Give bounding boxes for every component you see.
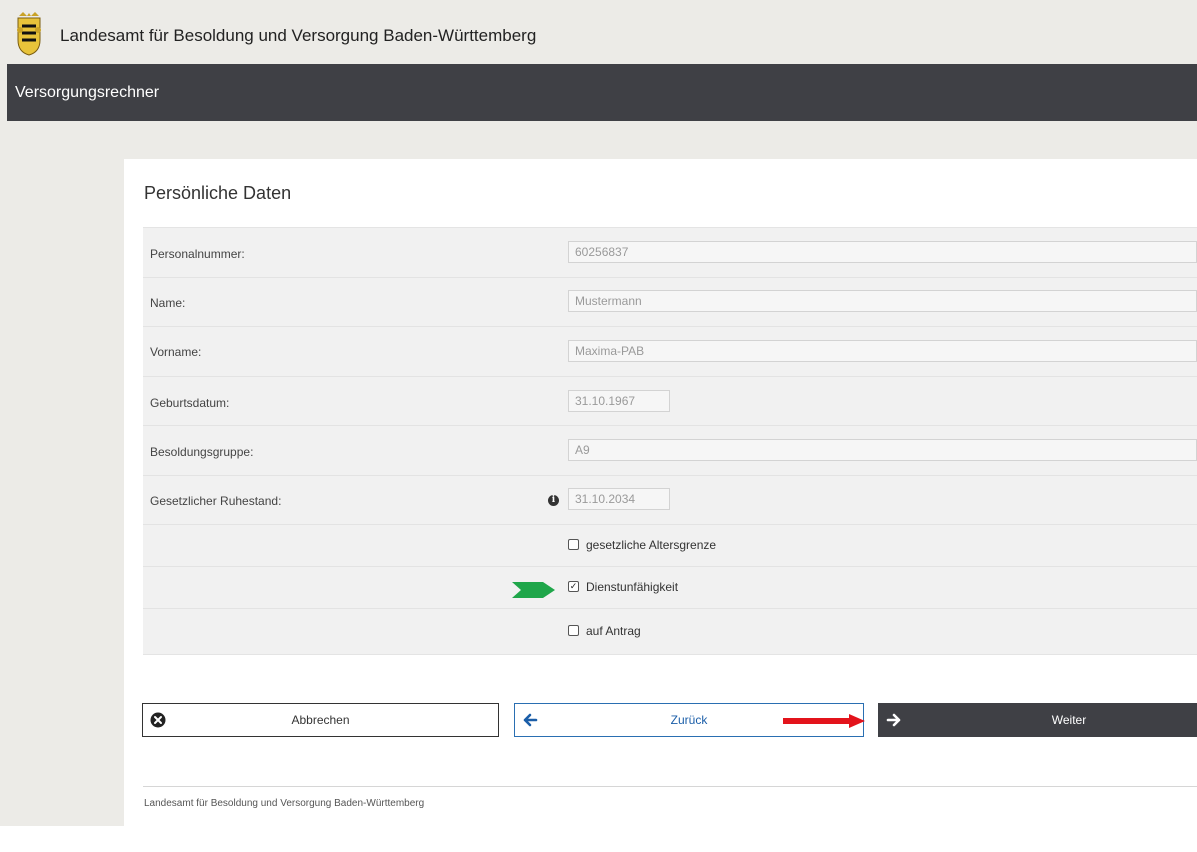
- row-geburtsdatum: Geburtsdatum:: [143, 376, 1197, 426]
- cancel-button[interactable]: Abbrechen: [142, 703, 499, 737]
- besoldungsgruppe-field[interactable]: [568, 439, 1197, 461]
- name-field[interactable]: [568, 290, 1197, 312]
- besoldungsgruppe-label: Besoldungsgruppe:: [150, 445, 254, 459]
- vorname-label: Vorname:: [150, 345, 202, 359]
- name-label: Name:: [150, 296, 186, 310]
- cancel-label: Abbrechen: [291, 713, 350, 727]
- footer-divider: [143, 786, 1197, 787]
- section-title: Persönliche Daten: [144, 183, 292, 203]
- row-vorname: Vorname:: [143, 326, 1197, 377]
- site-header: Landesamt für Besoldung und Versorgung B…: [0, 6, 1197, 64]
- altersgrenze-checkbox[interactable]: [568, 539, 579, 550]
- row-option-antrag: auf Antrag: [143, 608, 1197, 654]
- app-bar: Versorgungsrechner: [7, 64, 1197, 121]
- dienstunfaehigkeit-label[interactable]: Dienstunfähigkeit: [586, 580, 678, 594]
- personalnummer-field[interactable]: [568, 241, 1197, 263]
- personal-data-form: Personalnummer: Name: Vorname: Geburtsda…: [143, 227, 1197, 655]
- antrag-label[interactable]: auf Antrag: [586, 624, 641, 638]
- row-name: Name:: [143, 277, 1197, 327]
- dienstunfaehigkeit-checkbox[interactable]: ✓: [568, 581, 579, 592]
- personalnummer-label: Personalnummer:: [150, 247, 245, 261]
- row-ruhestand: Gesetzlicher Ruhestand: i: [143, 475, 1197, 525]
- row-personalnummer: Personalnummer:: [143, 228, 1197, 278]
- row-option-dienstunfaehigkeit: ✓ Dienstunfähigkeit: [143, 566, 1197, 609]
- org-title: Landesamt für Besoldung und Versorgung B…: [60, 26, 537, 45]
- antrag-checkbox[interactable]: [568, 625, 579, 636]
- app-title: Versorgungsrechner: [15, 84, 160, 101]
- ruhestand-field[interactable]: [568, 488, 670, 510]
- ruhestand-label: Gesetzlicher Ruhestand:: [150, 494, 282, 508]
- vorname-field[interactable]: [568, 340, 1197, 362]
- geburtsdatum-field[interactable]: [568, 390, 670, 412]
- red-arrow-icon: [783, 714, 865, 728]
- next-label: Weiter: [1051, 713, 1087, 727]
- coat-of-arms-icon: [17, 12, 41, 56]
- row-besoldungsgruppe: Besoldungsgruppe:: [143, 425, 1197, 476]
- altersgrenze-label[interactable]: gesetzliche Altersgrenze: [586, 538, 716, 552]
- main-card: Persönliche Daten Personalnummer: Name: …: [124, 159, 1197, 830]
- geburtsdatum-label: Geburtsdatum:: [150, 396, 230, 410]
- row-option-altersgrenze: gesetzliche Altersgrenze: [143, 524, 1197, 567]
- footer-text: Landesamt für Besoldung und Versorgung B…: [144, 798, 425, 809]
- green-arrow-icon: [512, 582, 555, 598]
- next-button[interactable]: Weiter: [878, 703, 1197, 737]
- info-icon[interactable]: i: [548, 495, 559, 506]
